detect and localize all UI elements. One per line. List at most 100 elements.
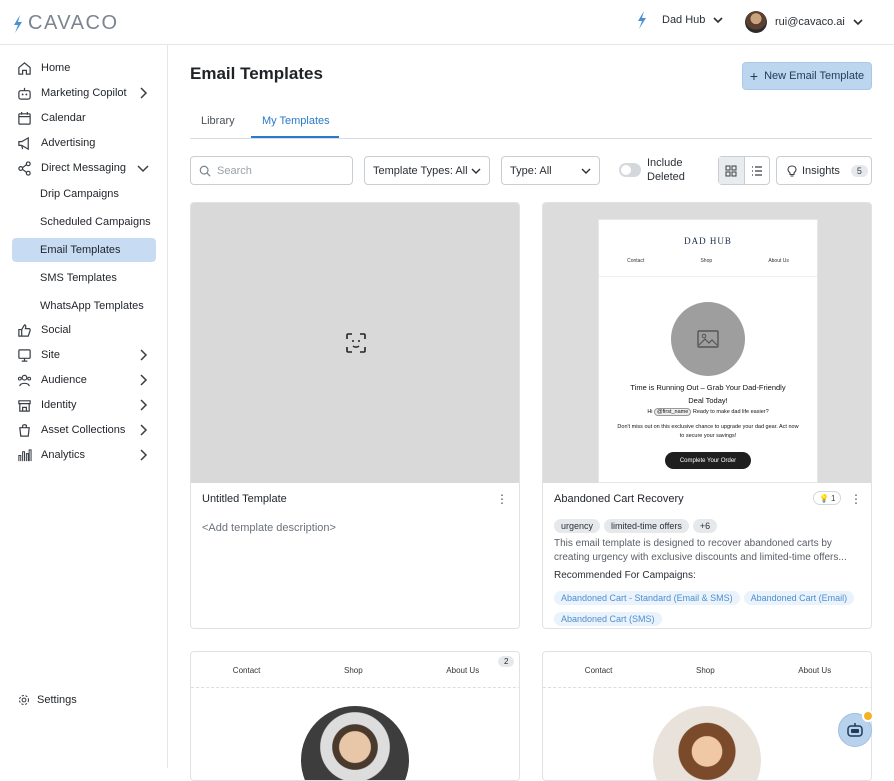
- insight-badge[interactable]: 💡 1: [813, 491, 842, 505]
- email-nav-shop: Shop: [700, 258, 713, 264]
- email-nav-contact: Contact: [584, 666, 613, 675]
- list-icon: [751, 165, 762, 176]
- more-options-icon[interactable]: ⋮: [850, 492, 862, 506]
- template-description[interactable]: <Add template description>: [202, 522, 336, 534]
- include-deleted-toggle[interactable]: [619, 163, 641, 177]
- insights-button[interactable]: Insights 5: [776, 156, 872, 185]
- search-icon: [199, 165, 211, 177]
- new-email-template-button[interactable]: + New Email Template: [742, 62, 872, 90]
- tab-my-templates[interactable]: My Templates: [262, 115, 330, 127]
- email-brand: DAD HUB: [684, 236, 732, 246]
- new-email-template-label: New Email Template: [764, 70, 865, 82]
- sidebar-item-whatsapp-templates[interactable]: WhatsApp Templates: [12, 294, 156, 318]
- sidebar-item-label: Calendar: [41, 112, 86, 124]
- grid-view-button[interactable]: [719, 157, 745, 184]
- sidebar-item-scheduled-campaigns[interactable]: Scheduled Campaigns: [12, 210, 156, 234]
- chevron-right-icon[interactable]: [136, 373, 150, 387]
- sidebar-item-label: Social: [41, 324, 71, 336]
- more-options-icon[interactable]: ⋮: [496, 492, 508, 506]
- email-nav-contact: Contact: [232, 666, 261, 675]
- sidebar-item-label: Email Templates: [40, 244, 121, 256]
- calendar-icon: [16, 110, 32, 126]
- sidebar-item-identity[interactable]: Identity: [16, 395, 156, 415]
- email-nav: Contact Shop About Us: [599, 258, 817, 277]
- sidebar-item-label: WhatsApp Templates: [40, 300, 144, 312]
- template-card[interactable]: Contact Shop About Us: [542, 651, 872, 781]
- notification-dot: [862, 710, 874, 722]
- search-input[interactable]: [217, 164, 337, 177]
- sidebar-item-email-templates[interactable]: Email Templates: [12, 238, 156, 262]
- sidebar-item-social[interactable]: Social: [16, 320, 156, 340]
- count-badge: 2: [498, 656, 515, 667]
- insights-count-badge: 5: [850, 164, 868, 177]
- sidebar-item-calendar[interactable]: Calendar: [16, 108, 156, 128]
- avatar: [745, 11, 767, 33]
- type-select[interactable]: Type: All: [501, 156, 600, 185]
- template-types-select[interactable]: Template Types: All: [364, 156, 490, 185]
- template-types-value: Template Types: All: [373, 164, 468, 177]
- recommended-campaign[interactable]: Abandoned Cart (Email): [743, 591, 855, 605]
- bag-icon: [16, 422, 32, 438]
- chevron-right-icon[interactable]: [136, 398, 150, 412]
- template-preview-placeholder: [191, 203, 519, 483]
- type-value: Type: All: [510, 164, 552, 177]
- template-card[interactable]: Untitled Template ⋮ <Add template descri…: [190, 202, 520, 629]
- sidebar-item-advertising[interactable]: Advertising: [16, 133, 156, 153]
- tab-library[interactable]: Library: [201, 115, 235, 127]
- template-title: Untitled Template: [202, 493, 287, 505]
- sidebar-item-label: Home: [41, 62, 71, 74]
- chevron-down-icon: [853, 19, 863, 26]
- workspace-switcher[interactable]: Dad Hub: [636, 11, 723, 29]
- sidebar-item-direct-messaging[interactable]: Direct Messaging: [16, 158, 156, 178]
- chevron-right-icon[interactable]: [136, 348, 150, 362]
- tag-list: urgency limited-time offers +6: [554, 516, 721, 534]
- plus-icon: +: [749, 68, 759, 84]
- email-cta-button: Complete Your Order: [665, 452, 751, 469]
- recommended-campaign[interactable]: Abandoned Cart - Standard (Email & SMS): [554, 591, 740, 605]
- sidebar-item-marketing-copilot[interactable]: Marketing Copilot: [16, 83, 156, 103]
- user-email: rui@cavaco.ai: [775, 16, 845, 28]
- email-nav-shop: Shop: [695, 666, 715, 675]
- sidebar-item-analytics[interactable]: Analytics: [16, 445, 156, 465]
- recommended-campaign[interactable]: Abandoned Cart (SMS): [554, 612, 662, 626]
- view-toggle: [718, 156, 770, 185]
- template-card[interactable]: Contact Shop About Us 2: [190, 651, 520, 781]
- sidebar-item-home[interactable]: Home: [16, 58, 156, 78]
- users-icon: [16, 372, 32, 388]
- recommended-campaigns: Abandoned Cart - Standard (Email & SMS) A…: [554, 588, 869, 628]
- more-tags-badge[interactable]: +6: [692, 519, 718, 533]
- chevron-right-icon[interactable]: [136, 423, 150, 437]
- sidebar-item-label: SMS Templates: [40, 272, 117, 284]
- chevron-right-icon[interactable]: [136, 86, 150, 100]
- page-title: Email Templates: [190, 64, 323, 83]
- active-tab-indicator: [251, 136, 339, 138]
- email-nav-about: About Us: [768, 258, 789, 264]
- email-body: Don't miss out on this exclusive chance …: [617, 424, 799, 439]
- sidebar-item-site[interactable]: Site: [16, 345, 156, 365]
- email-greeting: Hi @first_name Ready to make dad life ea…: [611, 408, 805, 416]
- sidebar-item-sms-templates[interactable]: SMS Templates: [12, 266, 156, 290]
- sidebar-item-label: Analytics: [41, 449, 86, 461]
- list-view-button[interactable]: [745, 157, 770, 184]
- lightbulb-icon: [787, 164, 797, 177]
- chevron-right-icon[interactable]: [136, 448, 150, 462]
- workspace-name: Dad Hub: [662, 14, 706, 26]
- sidebar-item-audience[interactable]: Audience: [16, 370, 156, 390]
- top-bar: CAVACO Dad Hub rui@cavaco.ai: [0, 0, 894, 45]
- sidebar-item-asset-collections[interactable]: Asset Collections: [16, 420, 156, 440]
- settings-label: Settings: [37, 694, 77, 706]
- share-icon: [16, 160, 32, 176]
- sidebar-item-label: Identity: [41, 399, 77, 411]
- email-nav: Contact Shop About Us: [543, 666, 871, 688]
- user-menu[interactable]: rui@cavaco.ai: [745, 11, 863, 33]
- face-scan-icon: [346, 333, 366, 353]
- megaphone-icon: [16, 135, 32, 151]
- chevron-down-icon[interactable]: [136, 161, 150, 175]
- search-field[interactable]: [190, 156, 353, 185]
- settings-link[interactable]: Settings: [18, 694, 77, 706]
- brand-logo[interactable]: CAVACO: [12, 12, 119, 35]
- email-nav: Contact Shop About Us: [191, 666, 519, 688]
- sidebar-item-drip-campaigns[interactable]: Drip Campaigns: [12, 182, 156, 206]
- template-card[interactable]: DAD HUB Contact Shop About Us Time is Ru…: [542, 202, 872, 629]
- home-icon: [16, 60, 32, 76]
